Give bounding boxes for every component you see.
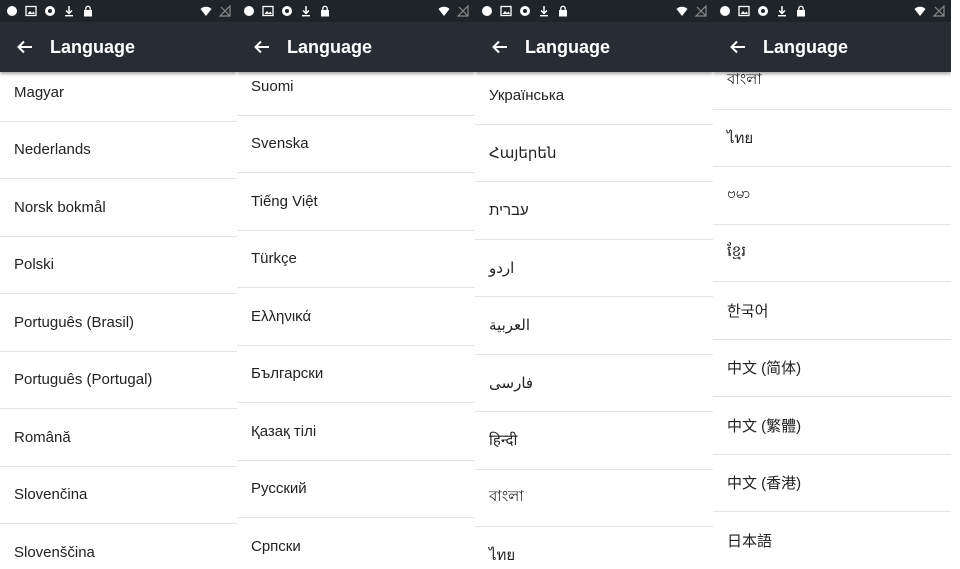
- status-right: [200, 5, 231, 17]
- status-bar: [475, 0, 713, 22]
- language-screen-4: Language বাংলা ไทย ဗမာ ខ្មែរ 한국어 中文 (简体)…: [713, 0, 951, 569]
- list-item[interactable]: 中文 (香港): [713, 454, 951, 512]
- wifi-icon: [914, 6, 926, 16]
- list-item[interactable]: العربية: [475, 297, 713, 355]
- list-item[interactable]: Nederlands: [0, 121, 237, 179]
- image-icon: [25, 5, 37, 17]
- image-icon: [738, 5, 750, 17]
- list-item[interactable]: বাংলা: [475, 469, 713, 527]
- list-item[interactable]: Slovenčina: [0, 466, 237, 524]
- wifi-icon: [676, 6, 688, 16]
- back-arrow-icon: [730, 40, 745, 54]
- language-list: Suomi Svenska Tiếng Việt Türkçe Ελληνικά…: [237, 58, 475, 569]
- list-item[interactable]: עברית: [475, 182, 713, 240]
- image-icon: [262, 5, 274, 17]
- list-item[interactable]: Српски: [237, 518, 475, 569]
- back-button[interactable]: [237, 22, 287, 72]
- status-left: [6, 5, 94, 17]
- wifi-icon: [200, 6, 212, 16]
- list-item[interactable]: Slovenščina: [0, 524, 237, 569]
- list-item[interactable]: 日本語: [713, 512, 951, 569]
- back-arrow-icon: [492, 40, 507, 54]
- sync-icon: [520, 6, 530, 16]
- list-item[interactable]: Polski: [0, 236, 237, 294]
- language-list: বাংলা ไทย ဗမာ ខ្មែរ 한국어 中文 (简体) 中文 (繁體) …: [713, 52, 951, 569]
- lock-icon: [84, 5, 92, 17]
- list-item[interactable]: Tiếng Việt: [237, 173, 475, 231]
- back-button[interactable]: [0, 22, 50, 72]
- list-item[interactable]: हिन्दी: [475, 412, 713, 470]
- image-icon: [500, 5, 512, 17]
- notification-dot-icon: [7, 6, 17, 16]
- list-item[interactable]: ไทย: [475, 527, 713, 569]
- back-arrow-icon: [254, 40, 269, 54]
- back-arrow-icon: [17, 40, 32, 54]
- list-item[interactable]: 中文 (简体): [713, 339, 951, 397]
- list-item[interactable]: Türkçe: [237, 230, 475, 288]
- language-screen-3: Language Українська Հայերեն עברית اردو ا…: [475, 0, 713, 569]
- list-item[interactable]: ខ្មែរ: [713, 224, 951, 282]
- no-signal-icon: [695, 5, 707, 17]
- screens: Language Magyar Nederlands Norsk bokmål …: [0, 0, 960, 569]
- back-button[interactable]: [713, 22, 763, 72]
- no-signal-icon: [457, 5, 469, 17]
- list-item[interactable]: Հայերեն: [475, 124, 713, 182]
- sync-icon: [45, 6, 55, 16]
- lock-icon: [797, 5, 805, 17]
- app-bar: Language: [713, 22, 951, 72]
- list-item[interactable]: Svenska: [237, 115, 475, 173]
- status-right: [676, 5, 707, 17]
- notification-dot-icon: [482, 6, 492, 16]
- lock-icon: [559, 5, 567, 17]
- app-bar: Language: [475, 22, 713, 72]
- download-icon: [778, 6, 786, 17]
- list-item[interactable]: Português (Brasil): [0, 294, 237, 352]
- status-left: [719, 5, 807, 17]
- language-screen-1: Language Magyar Nederlands Norsk bokmål …: [0, 0, 237, 569]
- list-item[interactable]: Română: [0, 409, 237, 467]
- list-item[interactable]: Norsk bokmål: [0, 179, 237, 237]
- language-screen-2: Language Suomi Svenska Tiếng Việt Türkçe…: [237, 0, 475, 569]
- list-item[interactable]: 한국어: [713, 282, 951, 340]
- language-list: Magyar Nederlands Norsk bokmål Polski Po…: [0, 64, 237, 569]
- status-left: [481, 5, 569, 17]
- lock-icon: [321, 5, 329, 17]
- list-item[interactable]: Português (Portugal): [0, 351, 237, 409]
- list-item[interactable]: Ελληνικά: [237, 288, 475, 346]
- page-title: Language: [763, 36, 849, 57]
- list-item[interactable]: اردو: [475, 239, 713, 297]
- page-title: Language: [287, 36, 373, 57]
- list-item[interactable]: فارسی: [475, 354, 713, 412]
- language-list: Українська Հայերեն עברית اردو العربية فا…: [475, 67, 713, 569]
- no-signal-icon: [219, 5, 231, 17]
- wifi-icon: [438, 6, 450, 16]
- no-signal-icon: [933, 5, 945, 17]
- app-bar: Language: [0, 22, 237, 72]
- notification-dot-icon: [720, 6, 730, 16]
- status-right: [914, 5, 945, 17]
- page-title: Language: [525, 36, 611, 57]
- download-icon: [65, 6, 73, 17]
- status-bar: [713, 0, 951, 22]
- download-icon: [540, 6, 548, 17]
- list-item[interactable]: ဗမာ: [713, 167, 951, 225]
- list-item[interactable]: ไทย: [713, 109, 951, 167]
- download-icon: [302, 6, 310, 17]
- app-bar: Language: [237, 22, 475, 72]
- page-title: Language: [50, 36, 136, 57]
- list-item[interactable]: Русский: [237, 460, 475, 518]
- list-item[interactable]: Magyar: [0, 64, 237, 122]
- sync-icon: [282, 6, 292, 16]
- status-left: [243, 5, 331, 17]
- sync-icon: [758, 6, 768, 16]
- list-item[interactable]: 中文 (繁體): [713, 397, 951, 455]
- list-item[interactable]: Українська: [475, 67, 713, 125]
- back-button[interactable]: [475, 22, 525, 72]
- notification-dot-icon: [244, 6, 254, 16]
- status-bar: [0, 0, 237, 22]
- status-bar: [237, 0, 475, 22]
- list-item[interactable]: Български: [237, 345, 475, 403]
- list-item[interactable]: Қазақ тілі: [237, 403, 475, 461]
- status-right: [438, 5, 469, 17]
